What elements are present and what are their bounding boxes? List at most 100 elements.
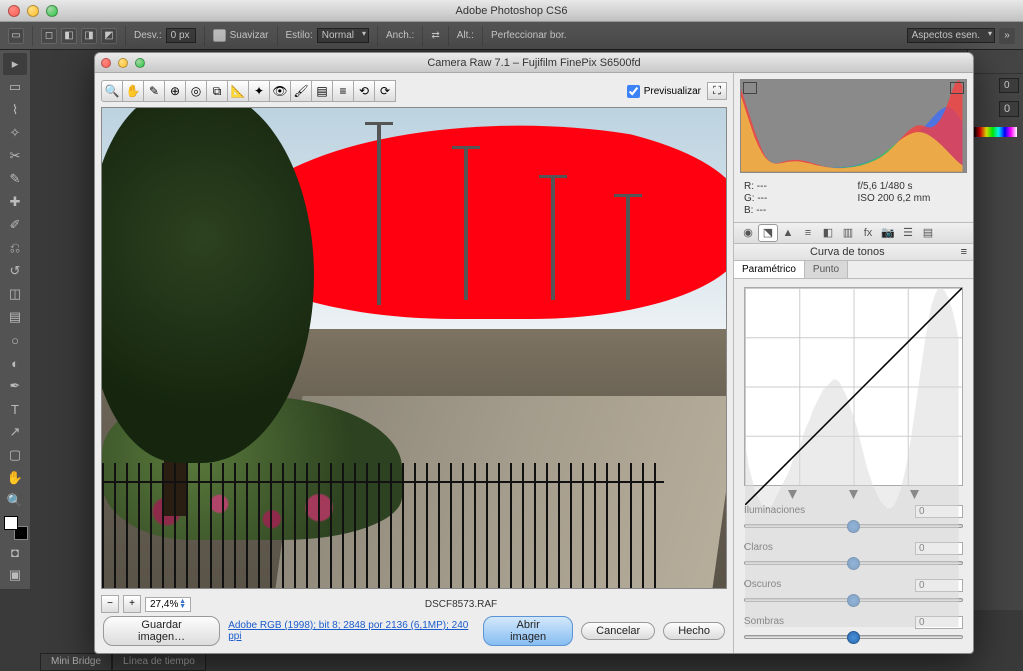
screen-mode[interactable]: ▣ — [3, 564, 27, 586]
refine-edge-button[interactable]: Perfeccionar bor. — [491, 30, 567, 41]
cr-sampler-tool[interactable]: ⊕ — [164, 80, 186, 102]
done-button[interactable]: Hecho — [663, 622, 725, 640]
shadow-clip-toggle[interactable] — [743, 82, 757, 94]
cr-minimize-icon[interactable] — [118, 58, 128, 68]
cr-fullscreen-button[interactable]: ⛶ — [707, 82, 727, 100]
cr-prefs-tool[interactable]: ≡ — [332, 80, 354, 102]
tab-curve-icon[interactable]: ⬔ — [758, 224, 778, 242]
tab-hsl-icon[interactable]: ≡ — [798, 224, 818, 242]
meta-iso: ISO 200 6,2 mm — [858, 193, 964, 204]
cr-target-tool[interactable]: ◎ — [185, 80, 207, 102]
crop-tool[interactable]: ✂ — [3, 145, 27, 167]
cr-rotate-ccw[interactable]: ⟲ — [353, 80, 375, 102]
meta-g: G: --- — [744, 193, 850, 204]
cr-histogram[interactable] — [740, 79, 967, 173]
eyedropper-tool[interactable]: ✎ — [3, 168, 27, 190]
cr-hand-tool[interactable]: ✋ — [122, 80, 144, 102]
lasso-tool[interactable]: ⌇ — [3, 99, 27, 121]
tab-snapshot-icon[interactable]: ▤ — [918, 224, 938, 242]
new-selection-icon[interactable]: ◻ — [41, 28, 57, 44]
width-label: Anch.: — [386, 30, 414, 41]
cr-image-preview[interactable] — [101, 107, 727, 589]
tab-detail-icon[interactable]: ▲ — [778, 224, 798, 242]
stamp-tool[interactable]: ⎌ — [3, 237, 27, 259]
panel-value-1[interactable]: 0 — [999, 101, 1019, 117]
cr-zoom-icon[interactable] — [135, 58, 145, 68]
cr-redeye-tool[interactable]: 👁 — [269, 80, 291, 102]
search-icon[interactable]: » — [999, 28, 1015, 44]
type-tool[interactable]: T — [3, 398, 27, 420]
cr-wb-tool[interactable]: ✎ — [143, 80, 165, 102]
cr-zoom-tool[interactable]: 🔍 — [101, 80, 123, 102]
cr-preview-label: Previsualizar — [644, 86, 701, 97]
tab-timeline[interactable]: Línea de tiempo — [112, 653, 206, 671]
cr-spot-tool[interactable]: ✦ — [248, 80, 270, 102]
tab-parametric[interactable]: Paramétrico — [734, 261, 805, 278]
healing-tool[interactable]: ✚ — [3, 191, 27, 213]
zoom-level[interactable]: 27,4% ▲▼ — [145, 597, 191, 612]
cr-gradient-tool[interactable]: ▤ — [311, 80, 333, 102]
tab-basic-icon[interactable]: ◉ — [738, 224, 758, 242]
tab-mini-bridge[interactable]: Mini Bridge — [40, 653, 112, 671]
tab-camera-icon[interactable]: 📷 — [878, 224, 898, 242]
intersect-selection-icon[interactable]: ◩ — [101, 28, 117, 44]
save-image-button[interactable]: Guardar imagen… — [103, 616, 220, 646]
eraser-tool[interactable]: ◫ — [3, 283, 27, 305]
open-image-button[interactable]: Abrir imagen — [483, 616, 573, 646]
tone-curve-editor[interactable] — [744, 287, 963, 486]
marquee-tool[interactable]: ▭ — [3, 76, 27, 98]
hand-tool[interactable]: ✋ — [3, 467, 27, 489]
blur-tool[interactable]: ○ — [3, 329, 27, 351]
wand-tool[interactable]: ✧ — [3, 122, 27, 144]
cr-adjust-brush[interactable]: 🖌 — [290, 80, 312, 102]
color-swatches[interactable] — [4, 516, 28, 540]
foreground-swatch[interactable] — [4, 516, 18, 530]
brush-tool[interactable]: ✐ — [3, 214, 27, 236]
highlight-clip-toggle[interactable] — [950, 82, 964, 94]
antialias-checkbox[interactable] — [213, 29, 226, 42]
feather-value[interactable]: 0 px — [166, 28, 196, 43]
ps-tool-palette: ▸ ▭ ⌇ ✧ ✂ ✎ ✚ ✐ ⎌ ↺ ◫ ▤ ○ ◐ ✒ T ↗ ▢ ✋ 🔍 … — [0, 50, 30, 589]
cr-preview-checkbox[interactable] — [627, 85, 640, 98]
style-dropdown[interactable]: Normal — [317, 28, 369, 43]
height-label: Alt.: — [457, 30, 474, 41]
tab-split-icon[interactable]: ◧ — [818, 224, 838, 242]
marquee-tool-icon[interactable]: ▭ — [8, 28, 24, 44]
move-tool[interactable]: ▸ — [3, 53, 27, 75]
tab-lens-icon[interactable]: ▥ — [838, 224, 858, 242]
dodge-tool[interactable]: ◐ — [3, 352, 27, 374]
add-selection-icon[interactable]: ◧ — [61, 28, 77, 44]
zoom-icon[interactable] — [46, 5, 58, 17]
workspace-switcher[interactable]: Aspectos esen. — [907, 28, 995, 43]
quick-mask[interactable]: ◘ — [3, 541, 27, 563]
pen-tool[interactable]: ✒ — [3, 375, 27, 397]
slider-sombras-input[interactable] — [744, 630, 963, 644]
filename-label: DSCF8573.RAF — [195, 599, 727, 610]
cr-metadata: R: --- f/5,6 1/480 s G: --- ISO 200 6,2 … — [734, 179, 973, 222]
cr-straighten-tool[interactable]: 📐 — [227, 80, 249, 102]
zoom-tool[interactable]: 🔍 — [3, 490, 27, 512]
panel-value-0[interactable]: 0 — [999, 78, 1019, 93]
cr-preview-toggle[interactable]: Previsualizar — [627, 85, 701, 98]
minimize-icon[interactable] — [27, 5, 39, 17]
shape-tool[interactable]: ▢ — [3, 444, 27, 466]
swap-icon[interactable]: ⇄ — [431, 30, 439, 41]
color-ramp[interactable] — [974, 127, 1017, 137]
cancel-button[interactable]: Cancelar — [581, 622, 655, 640]
cr-close-icon[interactable] — [101, 58, 111, 68]
tab-fx-icon[interactable]: fx — [858, 224, 878, 242]
gradient-tool[interactable]: ▤ — [3, 306, 27, 328]
zoom-in-button[interactable]: + — [123, 595, 141, 613]
cr-rotate-cw[interactable]: ⟳ — [374, 80, 396, 102]
curve-subtabs: Paramétrico Punto — [734, 261, 973, 279]
ps-titlebar: Adobe Photoshop CS6 — [0, 0, 1023, 22]
tab-presets-icon[interactable]: ☰ — [898, 224, 918, 242]
tab-point[interactable]: Punto — [805, 261, 848, 278]
close-icon[interactable] — [8, 5, 20, 17]
zoom-out-button[interactable]: − — [101, 595, 119, 613]
cr-crop-tool[interactable]: ⧉ — [206, 80, 228, 102]
path-tool[interactable]: ↗ — [3, 421, 27, 443]
subtract-selection-icon[interactable]: ◨ — [81, 28, 97, 44]
history-brush-tool[interactable]: ↺ — [3, 260, 27, 282]
workflow-link[interactable]: Adobe RGB (1998); bit 8; 2848 por 2136 (… — [228, 620, 475, 642]
